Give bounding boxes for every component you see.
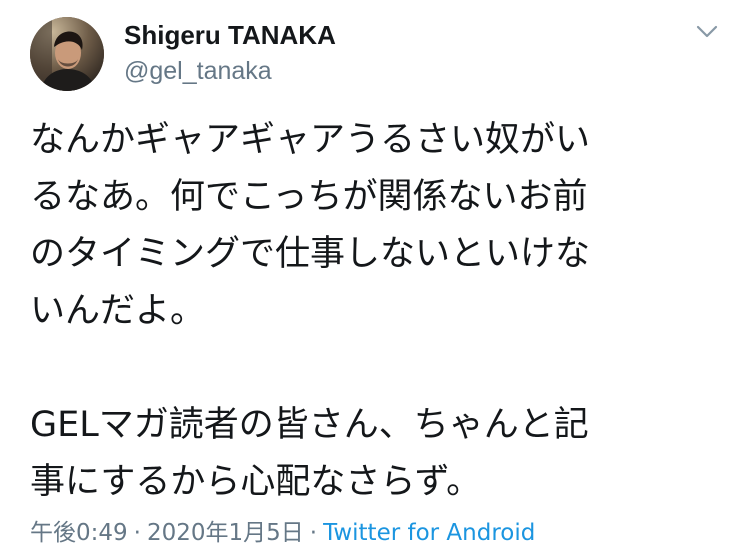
tweet-text-line: なんかギャアギャアうるさい奴がい	[30, 120, 591, 160]
meta-separator: ·	[309, 520, 318, 546]
tweet-text-line: るなあ。何でこっちが関係ないお前	[30, 177, 588, 217]
tweet-text-line: GELマガ読者の皆さん、ちゃんと記	[30, 405, 589, 445]
tweet-card: Shigeru TANAKA @gel_tanaka なんかギャアギャアうるさい…	[0, 0, 750, 551]
tweet-date[interactable]: 2020年1月5日	[147, 520, 304, 546]
tweet-metadata: 午後0:49 · 2020年1月5日 · Twitter for Android	[30, 516, 535, 550]
tweet-text-line: のタイミングで仕事しないといけな	[30, 234, 591, 274]
tweet-text-line: 事にするから心配なさらず。	[30, 462, 482, 502]
tweet-time[interactable]: 午後0:49	[30, 520, 128, 546]
avatar-image	[30, 17, 104, 91]
avatar[interactable]	[30, 17, 104, 91]
display-name[interactable]: Shigeru TANAKA	[124, 19, 336, 51]
tweet-source-link[interactable]: Twitter for Android	[323, 520, 535, 546]
meta-separator: ·	[133, 520, 141, 546]
tweet-text-line: いんだよ。	[30, 291, 206, 331]
user-handle[interactable]: @gel_tanaka	[124, 56, 272, 86]
chevron-down-icon[interactable]	[690, 18, 724, 46]
tweet-text: なんかギャアギャアうるさい奴がい るなあ。何でこっちが関係ないお前 のタイミング…	[30, 112, 720, 511]
